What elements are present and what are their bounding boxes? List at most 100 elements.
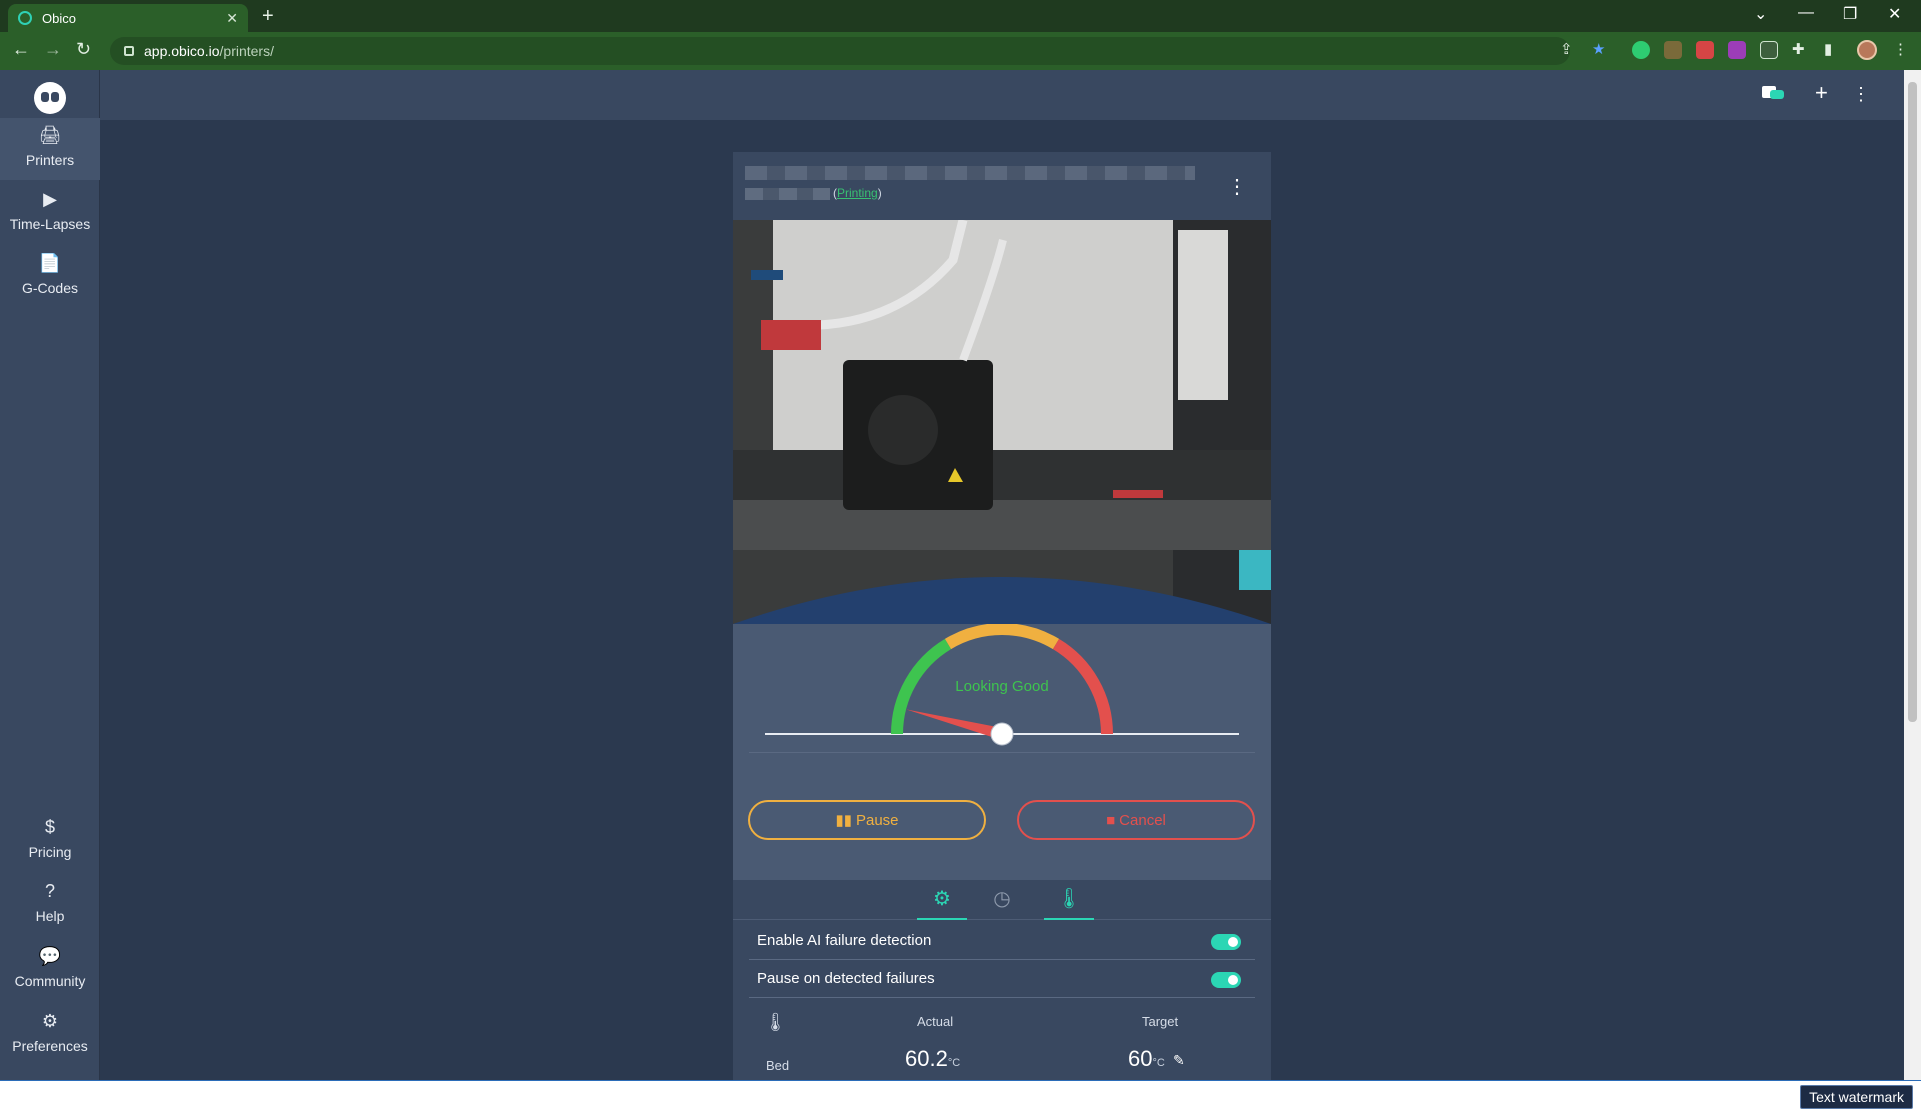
target-header: Target [1142,1014,1179,1029]
printer-card-header: (Printing) ⋮ [733,152,1271,220]
sidebar-item-g-codes[interactable]: 📄 G-Codes [0,246,100,308]
cancel-label: Cancel [1119,811,1166,829]
tab-close-icon[interactable]: ✕ [226,10,238,27]
browser-tabbar: Obico ✕ + ⌄ — ❐ ✕ [0,0,1921,32]
actual-header: Actual [917,1014,954,1029]
gear-icon: ⚙ [933,888,951,910]
add-printer-icon[interactable]: + [1815,80,1828,106]
sidebar-item-pricing[interactable]: $ Pricing [0,810,100,872]
edit-target-icon[interactable]: ✎ [1173,1052,1185,1069]
print-status: (Printing) [833,186,882,200]
topbar-menu-icon[interactable]: ⋮ [1852,84,1870,105]
sidebar-item-label: Help [35,908,65,924]
close-window-button[interactable]: ✕ [1888,4,1901,24]
failure-detection-gauge: Looking Good ▮▮ Pause ■ Cancel [733,623,1271,880]
grammarly-extension-icon[interactable] [1632,41,1650,59]
gauge-status-label: Looking Good [955,678,1049,695]
bed-label: Bed [766,1058,790,1073]
scrollbar-thumb[interactable] [1908,82,1917,722]
bed-actual-temp: 60.2°C [905,1046,961,1071]
puzzle-extensions-icon[interactable]: ✚ [1792,40,1805,58]
question-icon: ? [44,881,55,901]
printer-card: (Printing) ⋮ Looking Good ▮▮ Pause ■ Can… [733,152,1271,1080]
tab-search-icon[interactable]: ⌄ [1754,4,1767,24]
ai-detection-toggle[interactable] [1211,934,1241,950]
extension-icon[interactable] [1728,41,1746,59]
minimize-button[interactable]: — [1798,4,1814,22]
printing-status-link[interactable]: Printing [837,186,878,200]
restore-button[interactable]: ❐ [1843,4,1857,24]
webcam-stream[interactable] [733,220,1271,624]
share-icon[interactable]: ⇪ [1560,40,1573,58]
sidebar-item-label: Pricing [28,844,72,860]
sidebar: 🖨 Printers ▶ Time-Lapses 📄 G-Codes $ Pri… [0,70,100,1080]
pause-on-failure-toggle[interactable] [1211,972,1241,988]
sidebar-item-label: G-Codes [21,280,79,296]
forward-arrow-icon[interactable]: → [44,39,62,60]
thermometer-icon: 🌡 [764,1012,787,1032]
url-host: app.obico.io [144,43,220,59]
tab-settings[interactable]: ⚙ [917,880,967,920]
gear-icon: ⚙ [41,1011,59,1031]
tab-temperature[interactable]: 🌡 [1044,880,1094,920]
bed-target-temp: 60°C [1128,1046,1165,1071]
thermometer-icon: 🌡 [1056,888,1082,910]
reload-icon[interactable]: ↻ [76,39,91,60]
cancel-button[interactable]: ■ Cancel [1017,800,1255,840]
address-bar[interactable]: app.obico.io/printers/ [110,37,1570,65]
sidebar-item-printers[interactable]: 🖨 Printers [0,118,100,180]
logo-eye-left [41,92,49,102]
card-tabs: ⚙ ◷ 🌡 [733,880,1271,920]
pause-label: Pause [855,811,899,829]
printer-menu-icon[interactable]: ⋮ [1227,174,1247,199]
logo-eye-right [51,92,59,102]
ai-status-icon[interactable] [1760,82,1786,109]
sidebar-item-help[interactable]: ? Help [0,874,100,936]
redacted-printer-name [745,166,1195,180]
profile-avatar[interactable] [1857,40,1877,60]
printer-icon: 🖨 [38,125,62,145]
bookmark-star-icon[interactable]: ★ [1592,40,1605,58]
side-panel-icon[interactable]: ▮ [1824,40,1832,58]
tab-title: Obico [42,10,76,26]
extension-badge-icon[interactable] [1696,41,1714,59]
page-scrollbar[interactable] [1904,70,1921,1080]
ai-status-svg [1762,86,1784,99]
sidebar-item-label: Time-Lapses [9,216,91,232]
sidebar-item-label: Printers [25,152,75,168]
temperature-panel: 🌡 Actual Target Bed 60.2°C 60°C ✎ [733,1012,1271,1080]
divider [749,752,1255,753]
sidebar-item-community[interactable]: 💬 Community [0,939,100,1001]
setting-ai-detection: Enable AI failure detection [749,922,1255,960]
file-code-icon: 📄 [38,253,62,273]
sidebar-item-time-lapses[interactable]: ▶ Time-Lapses [0,182,100,244]
stop-icon: ■ [1106,811,1116,829]
image-extension-icon[interactable] [1760,41,1778,59]
extension-icon[interactable] [1664,41,1682,59]
pause-icon: ▮▮ [835,812,852,829]
new-tab-button[interactable]: + [262,5,274,27]
setting-pause-on-failure: Pause on detected failures [749,960,1255,998]
sidebar-item-preferences[interactable]: ⚙ Preferences [0,1004,100,1066]
tab-time[interactable]: ◷ [977,880,1027,920]
bottom-strip: Text watermark [0,1080,1921,1110]
browser-tab-obico[interactable]: Obico ✕ [8,4,248,32]
sidebar-item-label: Preferences [12,1038,88,1054]
comments-icon: 💬 [38,946,62,966]
setting-label: Pause on detected failures [757,970,935,987]
webcam-image [733,220,1271,624]
text-watermark: Text watermark [1800,1085,1913,1109]
pause-button[interactable]: ▮▮ Pause [748,800,986,840]
lock-icon [124,46,134,56]
obico-app: 🖨 Printers ▶ Time-Lapses 📄 G-Codes $ Pri… [0,70,1904,1080]
clock-icon: ◷ [993,888,1011,910]
obico-logo[interactable] [34,82,66,114]
setting-label: Enable AI failure detection [757,932,932,949]
gauge-hub [990,722,1014,746]
browser-menu-icon[interactable]: ⋮ [1893,40,1908,58]
obico-favicon-icon [18,11,32,25]
back-arrow-icon[interactable]: ← [12,39,30,60]
video-icon: ▶ [43,189,57,209]
sidebar-item-label: Community [14,973,86,989]
url-path: /printers/ [219,43,274,59]
